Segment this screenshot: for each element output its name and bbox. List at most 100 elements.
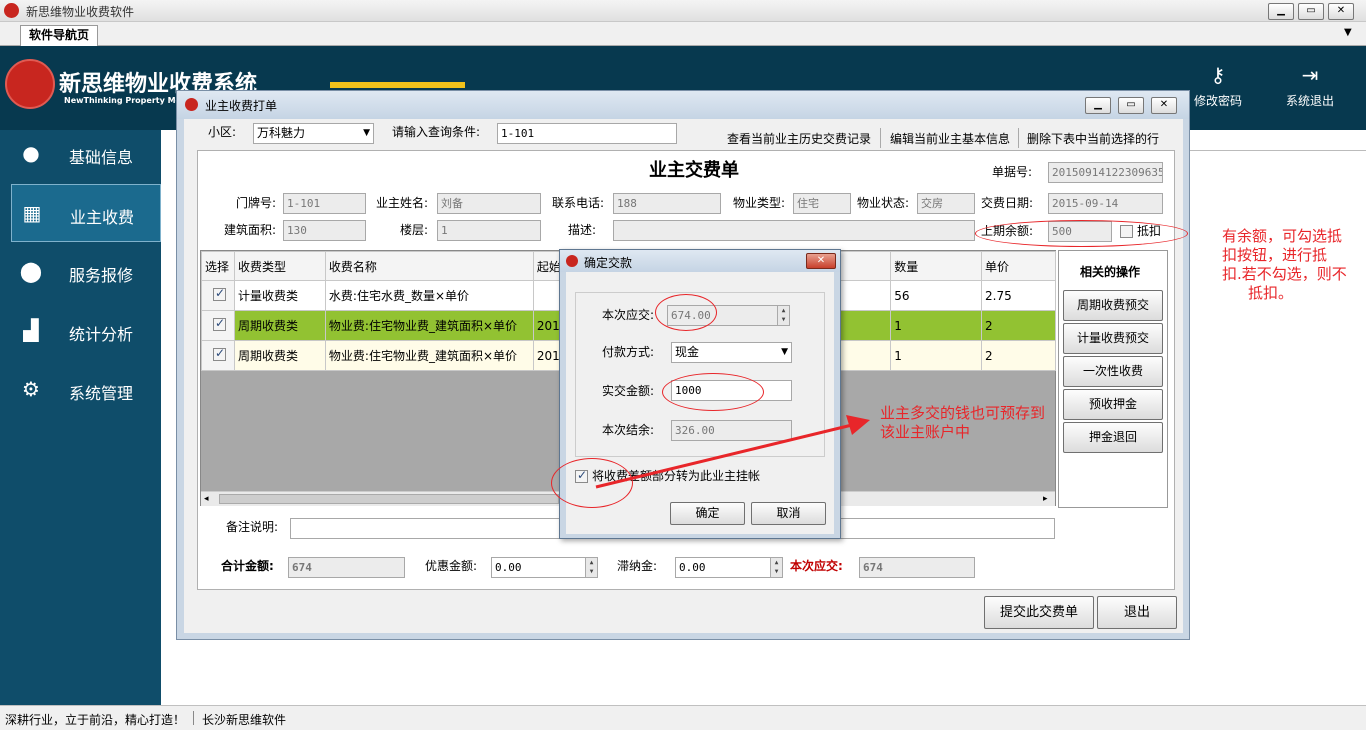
- date-label: 交费日期:: [981, 196, 1034, 210]
- deposit-refund-button[interactable]: 押金退回: [1063, 422, 1163, 453]
- bar-chart-icon: ▟: [23, 318, 39, 342]
- billing-window-title: 业主收费打单: [205, 99, 278, 113]
- query-input[interactable]: 1-101: [497, 123, 677, 144]
- dialog-titlebar: 确定交款 ✕: [560, 250, 840, 272]
- user-icon: ●: [22, 141, 40, 165]
- status-company: 长沙新思维软件: [202, 713, 287, 727]
- tab-label: 软件导航页: [28, 28, 89, 42]
- app-logo-icon: [4, 3, 19, 18]
- desc-field: [613, 220, 975, 241]
- col-select[interactable]: 选择: [201, 251, 235, 281]
- deposit-button[interactable]: 预收押金: [1063, 389, 1163, 420]
- edit-owner-link[interactable]: 编辑当前业主基本信息: [890, 131, 1010, 147]
- form-title: 业主交费单: [649, 160, 739, 181]
- row-checkbox[interactable]: [213, 286, 226, 301]
- sidebar-item-system[interactable]: ⚙ 系统管理: [11, 361, 161, 419]
- tab-nav-home[interactable]: 软件导航页: [20, 25, 98, 46]
- sidebar-item-repair[interactable]: ⬤ 服务报修: [11, 243, 161, 301]
- child-minimize-button[interactable]: ▁: [1085, 97, 1111, 114]
- delete-row-link[interactable]: 删除下表中当前选择的行: [1027, 131, 1159, 147]
- tab-strip: 软件导航页 ▼: [0, 22, 1366, 46]
- fee-name-cell: 物业费:住宅物业费_建筑面积×单价: [324, 310, 534, 341]
- location-pin-icon: ⬤: [19, 259, 43, 283]
- child-close-button[interactable]: ✕: [1151, 97, 1177, 114]
- fee-type-cell: 周期收费类: [233, 340, 326, 371]
- due-field: 674: [859, 557, 975, 578]
- minimize-button[interactable]: ▁: [1268, 3, 1294, 20]
- window-logo-icon: [185, 98, 198, 111]
- latefee-input[interactable]: 0.00 ▲ ▼: [675, 557, 783, 578]
- dialog-cancel-button[interactable]: 取消: [751, 502, 826, 525]
- scroll-left-icon[interactable]: ◂: [204, 492, 209, 506]
- col-price[interactable]: 单价: [981, 251, 1056, 281]
- meter-prepay-button[interactable]: 计量收费预交: [1063, 323, 1163, 354]
- status-bar: 深耕行业，立于前沿，精心打造！ 长沙新思维软件: [0, 705, 1366, 730]
- row-select-cell[interactable]: [201, 340, 235, 371]
- system-exit-button[interactable]: ⇥ 系统退出: [1278, 62, 1342, 118]
- col-fee-name[interactable]: 收费名称: [324, 251, 534, 281]
- scroll-right-icon[interactable]: ▸: [1043, 492, 1048, 506]
- scroll-thumb[interactable]: [219, 494, 559, 504]
- sidebar-item-owner-billing[interactable]: ▦ 业主收费: [11, 184, 161, 242]
- sidebar-item-basic-info[interactable]: ● 基础信息: [11, 125, 161, 183]
- sidebar-item-statistics[interactable]: ▟ 统计分析: [11, 302, 161, 360]
- row-checkbox[interactable]: [213, 316, 226, 331]
- floor-label: 楼层:: [400, 223, 429, 237]
- remark-label: 备注说明:: [226, 520, 279, 534]
- dialog-close-button[interactable]: ✕: [806, 253, 836, 269]
- exit-button[interactable]: 退出: [1097, 596, 1177, 629]
- desc-label: 描述:: [568, 223, 597, 237]
- community-label: 小区:: [208, 125, 237, 139]
- ptype-field: 住宅: [793, 193, 851, 214]
- price-cell: 2: [981, 340, 1056, 371]
- community-select[interactable]: 万科魅力 ▼: [253, 123, 374, 144]
- dialog-ok-button[interactable]: 确定: [670, 502, 745, 525]
- link-separator: [880, 128, 881, 148]
- child-maximize-button[interactable]: ▭: [1118, 97, 1144, 114]
- fee-name-cell: 水费:住宅水费_数量×单价: [324, 280, 534, 311]
- fee-type-cell: 计量收费类: [233, 280, 326, 311]
- qty-cell: 56: [890, 280, 983, 311]
- dialog-due-label: 本次应交:: [602, 308, 655, 322]
- paid-label: 实交金额:: [602, 384, 655, 398]
- pstatus-label: 物业状态:: [857, 196, 910, 210]
- doc-no-field: 20150914122309635: [1048, 162, 1163, 183]
- latefee-spinner[interactable]: ▲ ▼: [770, 558, 782, 577]
- owner-field: 刘备: [437, 193, 541, 214]
- tab-dropdown-icon[interactable]: ▼: [1344, 27, 1352, 38]
- change-password-button[interactable]: ⚷ 修改密码: [1186, 62, 1250, 118]
- system-exit-label: 系统退出: [1285, 94, 1334, 108]
- area-field: 130: [283, 220, 366, 241]
- fee-name-cell: 物业费:住宅物业费_建筑面积×单价: [324, 340, 534, 371]
- owner-label: 业主姓名:: [376, 196, 429, 210]
- qty-cell: 1: [890, 310, 983, 341]
- col-qty[interactable]: 数量: [890, 251, 983, 281]
- maximize-button[interactable]: ▭: [1298, 3, 1324, 20]
- discount-spinner[interactable]: ▲ ▼: [585, 558, 597, 577]
- history-link[interactable]: 查看当前业主历史交费记录: [727, 131, 871, 147]
- app-title: 新思维物业收费软件: [26, 5, 135, 19]
- calendar-icon: ▦: [22, 201, 42, 225]
- submit-button[interactable]: 提交此交费单: [984, 596, 1094, 629]
- fee-type-cell: 周期收费类: [233, 310, 326, 341]
- pstatus-field: 交房: [917, 193, 975, 214]
- latefee-label: 滞纳金:: [617, 559, 658, 573]
- ops-title: 相关的操作: [1080, 265, 1141, 279]
- pay-method-select[interactable]: 现金 ▼: [671, 342, 792, 363]
- one-time-fee-button[interactable]: 一次性收费: [1063, 356, 1163, 387]
- price-cell: 2.75: [981, 280, 1056, 311]
- status-separator: [193, 711, 194, 725]
- key-icon: ⚷: [1210, 63, 1226, 87]
- door-field: 1-101: [283, 193, 366, 214]
- row-checkbox[interactable]: [213, 346, 226, 361]
- cycle-prepay-button[interactable]: 周期收费预交: [1063, 290, 1163, 321]
- close-button[interactable]: ✕: [1328, 3, 1354, 20]
- discount-label: 优惠金额:: [425, 559, 478, 573]
- row-select-cell[interactable]: [201, 310, 235, 341]
- row-select-cell[interactable]: [201, 280, 235, 311]
- dialog-logo-icon: [566, 255, 578, 267]
- discount-input[interactable]: 0.00 ▲ ▼: [491, 557, 598, 578]
- ptype-label: 物业类型:: [733, 196, 786, 210]
- col-fee-type[interactable]: 收费类型: [233, 251, 326, 281]
- phone-label: 联系电话:: [552, 196, 605, 210]
